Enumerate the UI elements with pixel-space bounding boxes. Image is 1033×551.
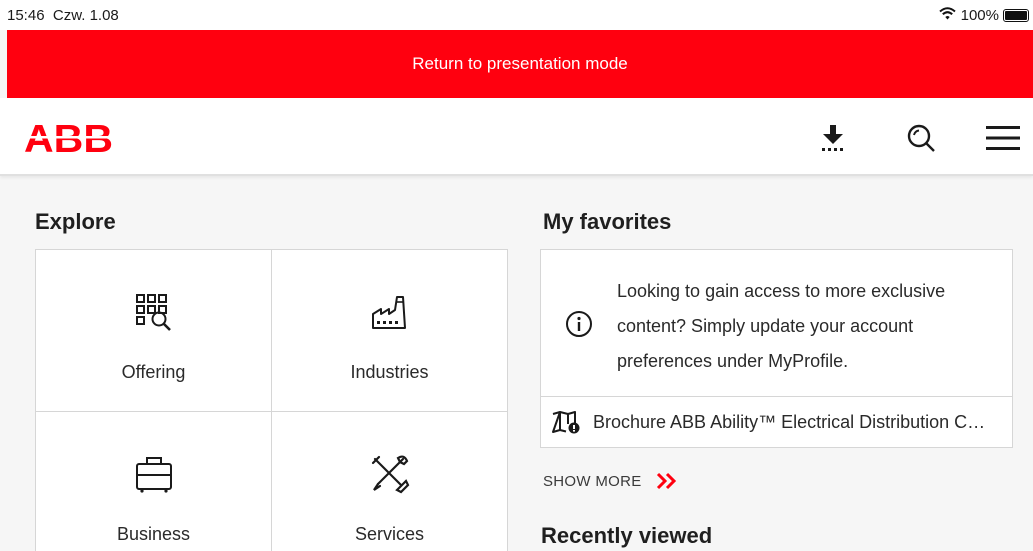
battery-percent: 100% [960, 7, 999, 24]
status-bar: 15:46 Czw. 1.08 100% [0, 0, 1033, 30]
download-icon[interactable] [815, 120, 851, 156]
map-icon [551, 410, 581, 434]
tile-services[interactable]: Services [272, 412, 508, 551]
favorite-item-label: Brochure ABB Ability™ Electrical Distrib… [593, 411, 993, 432]
status-indicators: 100% [938, 7, 1029, 24]
favorites-list: Looking to gain access to more exclusive… [540, 249, 1013, 448]
tile-label: Industries [350, 362, 429, 382]
double-chevron-right-icon [656, 472, 678, 490]
offering-grid-search-icon [135, 292, 173, 332]
tile-business[interactable]: Business [36, 412, 272, 551]
app-header: ABB [0, 98, 1033, 176]
banner-label: Return to presentation mode [412, 54, 628, 73]
show-more-label: SHOW MORE [543, 472, 642, 490]
tile-label: Offering [121, 362, 186, 382]
explore-grid: Offering Industries Business Services [35, 249, 508, 551]
favorite-item[interactable]: Brochure ABB Ability™ Electrical Distrib… [541, 397, 1012, 447]
search-icon[interactable] [903, 120, 939, 156]
info-icon [565, 310, 593, 343]
return-to-presentation-banner[interactable]: Return to presentation mode [7, 30, 1033, 98]
status-date: Czw. 1.08 [52, 7, 119, 24]
briefcase-icon [134, 454, 174, 494]
tools-icon [370, 454, 410, 494]
tile-label: Services [354, 524, 425, 544]
info-text: Looking to gain access to more exclusive… [617, 281, 946, 371]
abb-logo[interactable]: ABB [24, 118, 114, 161]
favorites-title: My favorites [543, 209, 672, 234]
wifi-icon [938, 7, 956, 24]
tile-offering[interactable]: Offering [36, 250, 272, 412]
explore-title: Explore [35, 209, 116, 234]
recently-viewed-title: Recently viewed [541, 523, 713, 548]
menu-icon[interactable] [985, 120, 1021, 156]
favorites-info-message: Looking to gain access to more exclusive… [541, 250, 1012, 397]
status-clock: 15:46 Czw. 1.08 [7, 7, 119, 24]
status-time: 15:46 [7, 7, 45, 24]
factory-icon [370, 292, 410, 332]
battery-icon [1003, 9, 1029, 22]
tile-label: Business [116, 524, 191, 544]
tile-industries[interactable]: Industries [272, 250, 508, 412]
show-more-button[interactable]: SHOW MORE [543, 472, 678, 490]
